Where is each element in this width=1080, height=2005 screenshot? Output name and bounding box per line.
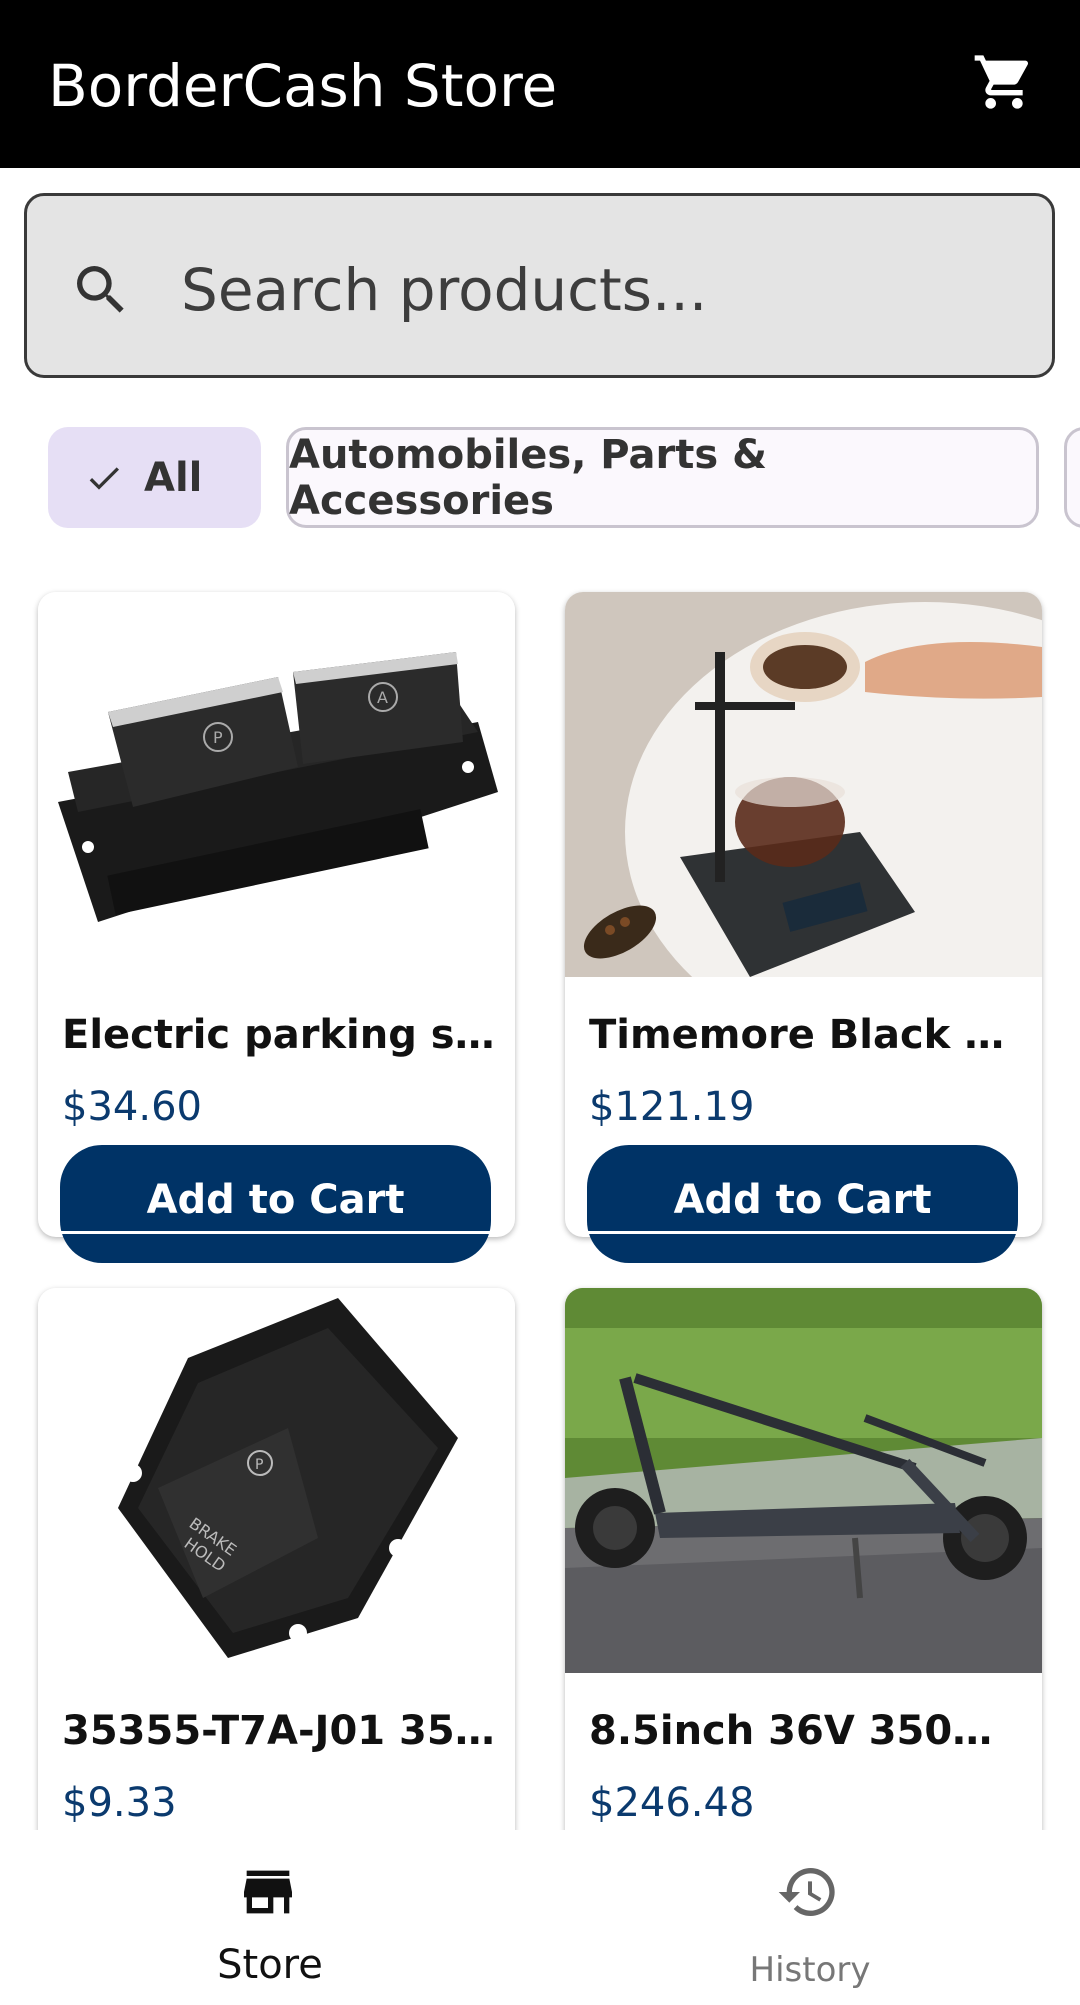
- add-to-cart-label: Add to Cart: [673, 1177, 932, 1223]
- product-image-parking-switch: P A: [38, 592, 515, 977]
- product-name: 8.5inch 36V 350W E…: [589, 1708, 1029, 1754]
- product-card[interactable]: Timemore Black Mir… $121.19 Add to Cart: [565, 592, 1042, 1263]
- product-card[interactable]: P A Electric parking swit… $34.60 Add to…: [38, 592, 515, 1263]
- product-price: $246.48: [589, 1780, 755, 1826]
- product-card[interactable]: P BRAKE HOLD 35355-T7A-J01 353… $9.33: [38, 1288, 515, 1888]
- nav-history-label: History: [749, 1950, 871, 1990]
- search-icon: [77, 266, 124, 313]
- filter-chip-automobiles[interactable]: Automobiles, Parts & Accessories: [286, 427, 1039, 528]
- svg-text:A: A: [377, 688, 388, 707]
- nav-history[interactable]: History: [540, 1830, 1080, 2005]
- app-title: BorderCash Store: [48, 52, 558, 120]
- product-price: $121.19: [589, 1084, 755, 1130]
- add-to-cart-button[interactable]: Add to Cart: [587, 1145, 1018, 1263]
- filter-chip-next[interactable]: [1064, 427, 1080, 528]
- search-placeholder: Search products...: [181, 256, 708, 324]
- filter-chip-label: All: [144, 454, 203, 501]
- filter-chip-all[interactable]: All: [48, 427, 261, 528]
- add-to-cart-button[interactable]: Add to Cart: [60, 1145, 491, 1263]
- filter-chip-label: Automobiles, Parts & Accessories: [289, 431, 768, 524]
- product-price: $9.33: [62, 1780, 177, 1826]
- history-icon: [778, 1868, 835, 1916]
- nav-store[interactable]: Store: [0, 1830, 540, 2005]
- svg-text:P: P: [255, 1457, 263, 1473]
- product-image-brake-hold-switch: P BRAKE HOLD: [38, 1288, 515, 1673]
- app-bar: BorderCash Store: [0, 0, 1080, 168]
- nav-store-label: Store: [217, 1942, 323, 1988]
- card-edge: [60, 1231, 491, 1234]
- product-name: 35355-T7A-J01 353…: [62, 1708, 502, 1754]
- shopping-cart-icon[interactable]: [972, 50, 1036, 114]
- product-price: $34.60: [62, 1084, 202, 1130]
- product-image-coffee-scale: [565, 592, 1042, 977]
- product-name: Timemore Black Mir…: [589, 1012, 1029, 1058]
- svg-text:P: P: [213, 728, 223, 747]
- bottom-navigation: Store History: [0, 1830, 1080, 2005]
- product-card[interactable]: 8.5inch 36V 350W E… $246.48: [565, 1288, 1042, 1888]
- search-input[interactable]: Search products...: [24, 193, 1055, 378]
- product-image-electric-scooter: [565, 1288, 1042, 1673]
- store-icon: [244, 1870, 292, 1914]
- card-edge: [587, 1231, 1018, 1234]
- add-to-cart-label: Add to Cart: [146, 1177, 405, 1223]
- product-name: Electric parking swit…: [62, 1012, 502, 1058]
- check-icon: [89, 466, 119, 490]
